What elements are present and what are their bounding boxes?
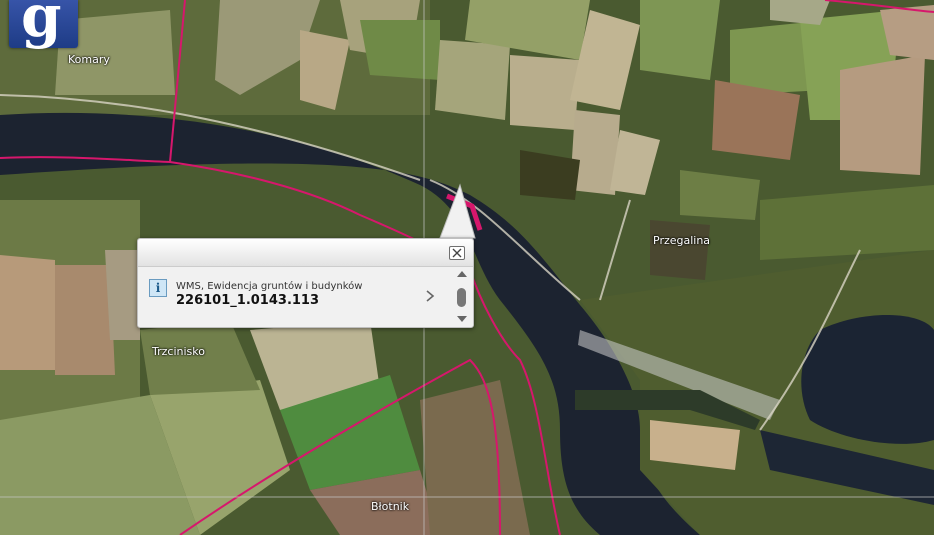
feature-info-popup: i WMS, Ewidencja gruntów i budynków 2261… xyxy=(137,238,474,328)
popup-header xyxy=(138,239,473,267)
place-label-przegalina: Przegalina xyxy=(653,234,711,247)
chevron-right-icon[interactable] xyxy=(424,289,436,303)
info-icon: i xyxy=(149,279,167,297)
logo-glyph: g xyxy=(21,0,62,50)
scroll-thumb[interactable] xyxy=(457,288,466,307)
layer-name: WMS, Ewidencja gruntów i budynków xyxy=(176,281,363,292)
place-label-trzcinisko: Trzcinisko xyxy=(152,345,205,358)
scroll-up-arrow-icon[interactable] xyxy=(457,271,467,277)
place-label-blotnik: Błotnik xyxy=(371,500,410,513)
place-label-komary: Komary xyxy=(68,53,110,66)
popup-pointer xyxy=(439,183,476,239)
parcel-id[interactable]: 226101_1.0143.113 xyxy=(176,293,319,308)
popup-scrollbar[interactable] xyxy=(455,271,469,323)
geoportal-logo[interactable]: g xyxy=(9,0,78,48)
scroll-down-arrow-icon[interactable] xyxy=(457,316,467,322)
close-icon[interactable] xyxy=(449,246,465,260)
lake xyxy=(801,315,934,444)
